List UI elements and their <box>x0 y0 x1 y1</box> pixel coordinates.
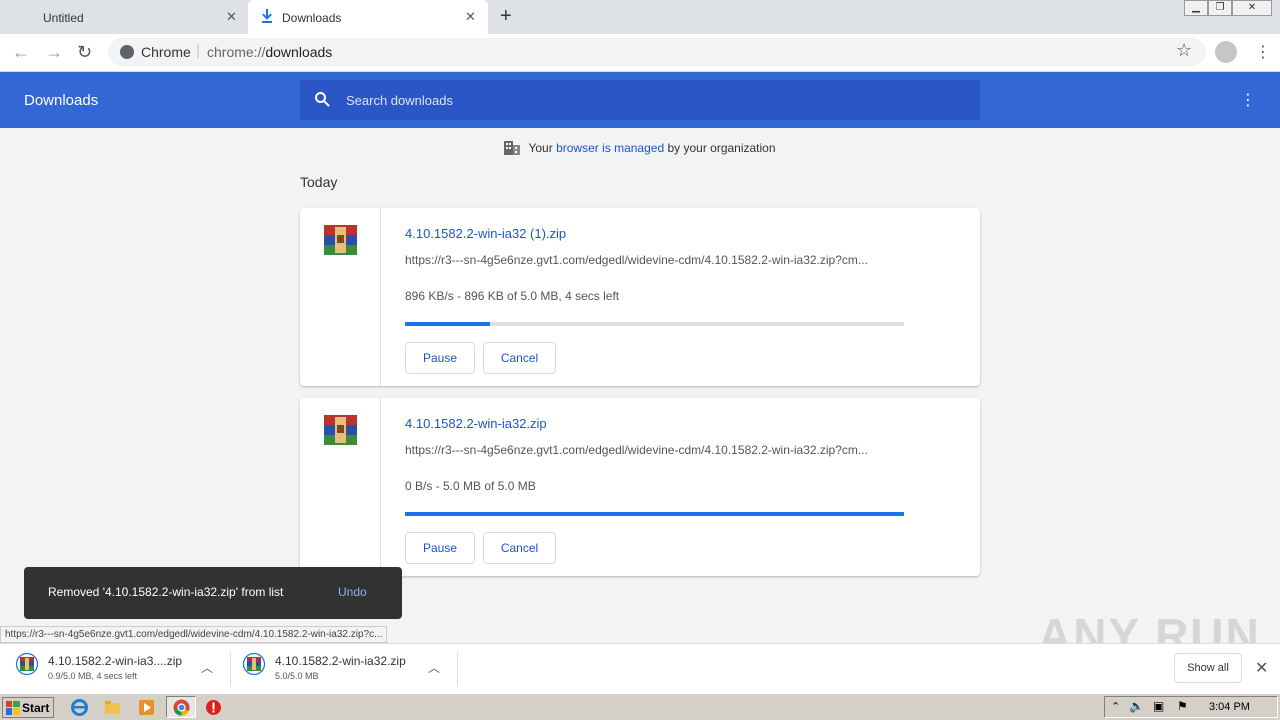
internet-explorer-icon[interactable] <box>71 699 88 716</box>
building-icon <box>504 141 521 155</box>
shelf-file-name: 4.10.1582.2-win-ia32.zip <box>275 654 406 668</box>
volume-icon[interactable]: 🔈 <box>1129 699 1144 713</box>
status-url: https://r3---sn-4g5e6nze.gvt1.com/edgedl… <box>0 626 388 643</box>
pause-button[interactable]: Pause <box>405 532 475 564</box>
section-date-label: Today <box>300 174 338 190</box>
divider <box>457 652 458 686</box>
managed-notice: Your browser is managed by your organiza… <box>0 141 1280 155</box>
download-card: 4.10.1582.2-win-ia32.zip https://r3---sn… <box>300 398 980 576</box>
download-shelf: 4.10.1582.2-win-ia3....zip 0.9/5.0 MB, 4… <box>0 643 1280 693</box>
start-button[interactable]: Start <box>2 697 54 718</box>
tab-downloads[interactable]: Downloads ✕ <box>248 0 488 34</box>
profile-avatar[interactable] <box>1215 41 1237 63</box>
clock: 3:04 PM <box>1209 701 1250 713</box>
tab-strip: Untitled ✕ Downloads ✕ + ▁ ❐ ✕ <box>0 0 1280 34</box>
progress-bar <box>405 512 904 516</box>
download-card: 4.10.1582.2-win-ia32 (1).zip https://r3-… <box>300 208 980 386</box>
windows-flag-icon <box>6 701 20 715</box>
stop-icon[interactable] <box>205 699 222 716</box>
archive-file-icon <box>324 225 357 255</box>
chevron-up-icon[interactable]: ︿ <box>201 659 213 676</box>
system-tray: ⌃ 🔈 ▣ ⚑ 3:04 PM <box>1104 696 1278 718</box>
more-actions-icon[interactable]: ⋮ <box>1240 90 1256 110</box>
chrome-icon <box>173 699 190 716</box>
taskbar: Start ⌃ 🔈 ▣ ⚑ 3:04 PM <box>0 693 1280 720</box>
shelf-item[interactable]: 4.10.1582.2-win-ia3....zip 0.9/5.0 MB, 4… <box>16 651 226 689</box>
managed-link[interactable]: browser is managed <box>556 141 664 155</box>
action-center-flag-icon[interactable]: ⚑ <box>1177 699 1188 713</box>
shelf-file-name: 4.10.1582.2-win-ia3....zip <box>48 654 183 668</box>
shelf-item[interactable]: 4.10.1582.2-win-ia32.zip 5.0/5.0 MB ︿ <box>243 651 453 689</box>
file-name-link[interactable]: 4.10.1582.2-win-ia32 (1).zip <box>405 226 566 241</box>
shelf-file-status: 5.0/5.0 MB <box>275 671 319 681</box>
reload-icon[interactable]: ↻ <box>77 42 92 63</box>
shelf-file-status: 0.9/5.0 MB, 4 secs left <box>48 671 138 681</box>
tab-untitled[interactable]: Untitled ✕ <box>0 0 246 34</box>
taskbar-chrome-button[interactable] <box>166 696 196 718</box>
show-all-button[interactable]: Show all <box>1174 653 1242 683</box>
close-icon[interactable]: ✕ <box>226 9 237 25</box>
search-icon <box>315 92 330 107</box>
file-url: https://r3---sn-4g5e6nze.gvt1.com/edgedl… <box>405 443 868 457</box>
pause-button[interactable]: Pause <box>405 342 475 374</box>
network-icon[interactable]: ▣ <box>1153 699 1164 713</box>
back-icon[interactable]: ← <box>12 42 30 63</box>
restore-icon[interactable]: ❐ <box>1208 0 1232 16</box>
download-icon <box>262 9 272 23</box>
file-url: https://r3---sn-4g5e6nze.gvt1.com/edgedl… <box>405 253 868 267</box>
undo-button[interactable]: Undo <box>338 585 367 599</box>
new-tab-icon[interactable]: + <box>500 5 512 28</box>
forward-icon[interactable]: → <box>45 42 63 63</box>
chevron-up-icon[interactable]: ︿ <box>428 659 440 676</box>
close-icon[interactable]: ✕ <box>1255 658 1268 678</box>
archive-file-icon <box>243 653 265 675</box>
folder-icon[interactable] <box>104 699 121 716</box>
media-player-icon[interactable] <box>138 699 155 716</box>
tab-title: Downloads <box>282 11 342 25</box>
cancel-button[interactable]: Cancel <box>483 532 556 564</box>
tray-expand-icon[interactable]: ⌃ <box>1111 700 1120 713</box>
download-status: 896 KB/s - 896 KB of 5.0 MB, 4 secs left <box>405 289 620 303</box>
url-text: chrome://downloads <box>207 44 333 60</box>
tab-title: Untitled <box>43 11 84 25</box>
downloads-header: Downloads ⋮ <box>0 72 1280 128</box>
progress-fill <box>405 512 904 516</box>
toast-notification: Removed '4.10.1582.2-win-ia32.zip' from … <box>24 567 402 619</box>
archive-file-icon <box>324 415 357 445</box>
divider: | <box>196 42 201 59</box>
progress-bar <box>405 322 904 326</box>
chrome-menu-icon[interactable]: ⋮ <box>1255 42 1271 62</box>
close-icon[interactable]: ✕ <box>465 9 476 25</box>
archive-file-icon <box>16 653 38 675</box>
address-bar[interactable]: Chrome | chrome://downloads ☆ <box>108 38 1206 66</box>
download-status: 0 B/s - 5.0 MB of 5.0 MB <box>405 479 536 493</box>
minimize-icon[interactable]: ▁ <box>1184 0 1208 16</box>
divider <box>230 652 231 686</box>
chrome-icon <box>120 45 134 59</box>
browser-toolbar: ← → ↻ Chrome | chrome://downloads ☆ ⋮ <box>0 34 1280 72</box>
file-name-link[interactable]: 4.10.1582.2-win-ia32.zip <box>405 416 547 431</box>
bookmark-star-icon[interactable]: ☆ <box>1176 40 1192 61</box>
window-close-icon[interactable]: ✕ <box>1232 0 1272 16</box>
progress-fill <box>405 322 490 326</box>
site-label: Chrome <box>141 44 191 60</box>
card-icon-column <box>300 398 381 576</box>
cancel-button[interactable]: Cancel <box>483 342 556 374</box>
card-icon-column <box>300 208 381 386</box>
search-box[interactable] <box>300 80 980 120</box>
search-input[interactable] <box>346 90 946 110</box>
toast-message: Removed '4.10.1582.2-win-ia32.zip' from … <box>48 585 284 599</box>
page-title: Downloads <box>24 92 99 109</box>
